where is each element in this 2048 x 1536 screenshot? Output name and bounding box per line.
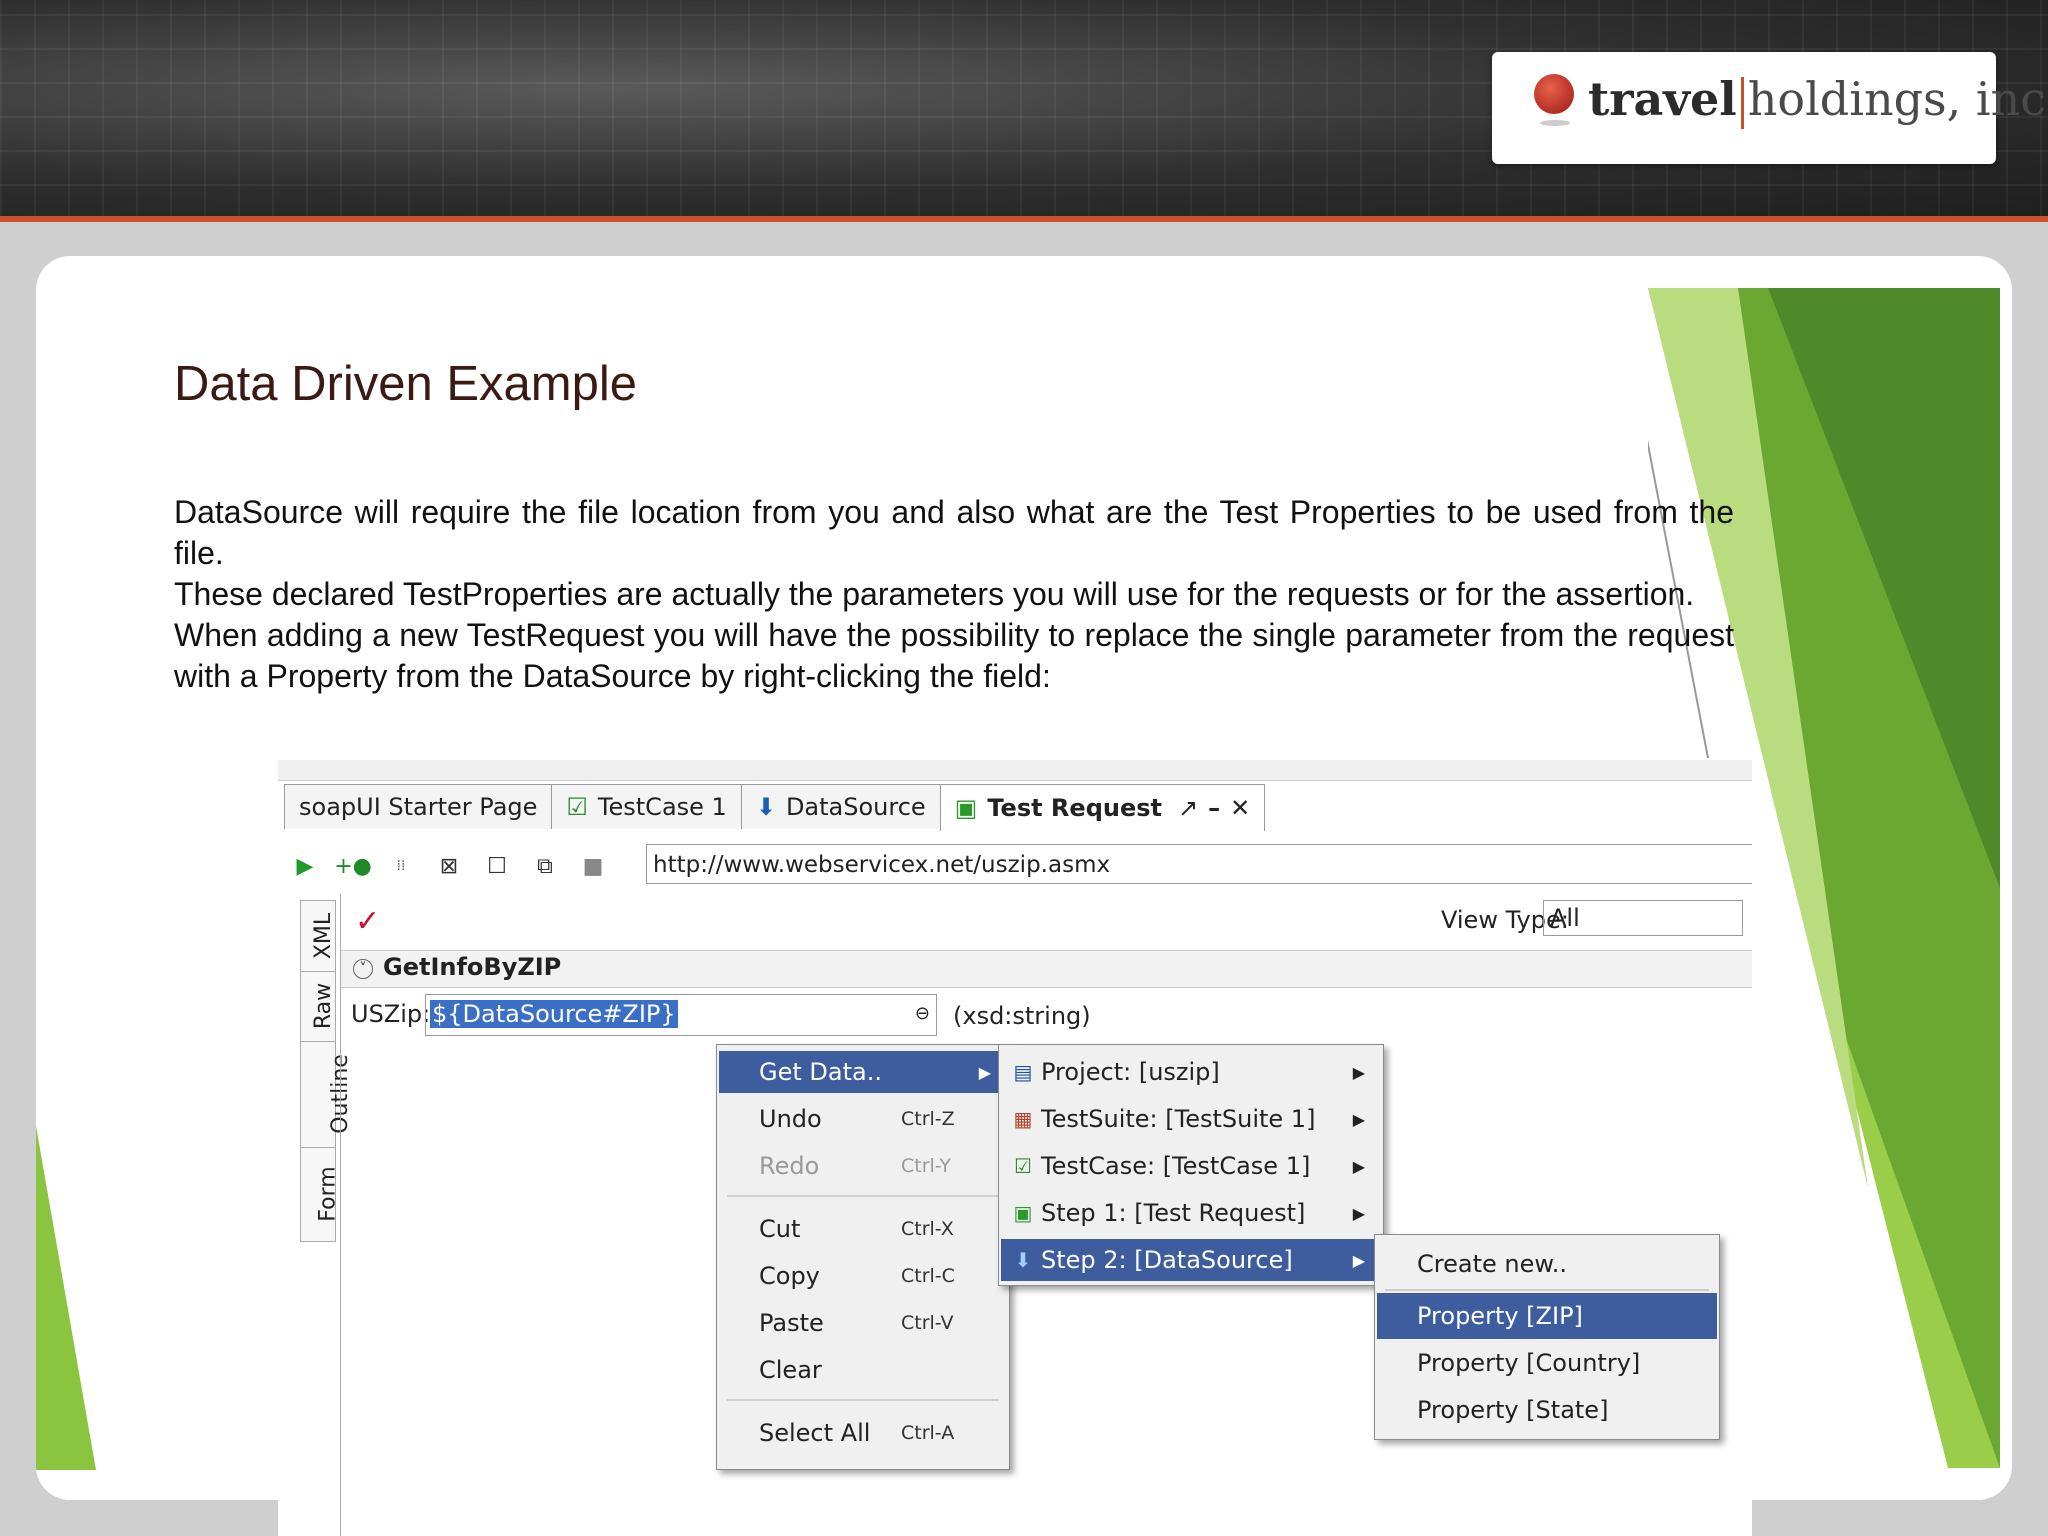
slide-body: DataSource will require the file locatio… [174,492,1734,697]
green-decoration-left [36,1126,96,1470]
soap-icon[interactable]: ⁞⁞ [386,851,416,881]
submenu-item-property-country[interactable]: Property [Country] [1377,1342,1717,1384]
add-assertion-icon[interactable]: +● [334,851,372,881]
tab-label: TestCase 1 [597,793,727,821]
square-icon[interactable]: ☐ [482,851,512,881]
submenu-item-testsuite[interactable]: ▦ TestSuite: [TestSuite 1] ▶ [1001,1098,1381,1140]
menu-item-undo[interactable]: Undo Ctrl-Z [719,1098,1007,1140]
slide-title: Data Driven Example [174,357,637,411]
operation-name: GetInfoByZIP [383,953,562,981]
view-type-select[interactable]: All [1543,900,1743,936]
menu-item-paste[interactable]: Paste Ctrl-V [719,1302,1007,1344]
request-toolbar: ▶ +● ⁞⁞ ⊠ ☐ ⧉ ■ [290,844,626,888]
soapui-screenshot: soapUI Starter Page ☑ TestCase 1 ⬇ DataSou… [278,760,1752,1536]
stop-icon[interactable]: ■ [578,851,608,881]
uszip-type: (xsd:string) [953,1002,1091,1030]
menu-item-clear[interactable]: Clear [719,1349,1007,1391]
side-tab-xml[interactable]: XML [301,901,336,972]
tab-test-request[interactable]: ▣ Test Request ↗ – ✕ [939,784,1266,831]
menu-separator [1385,1289,1709,1291]
uszip-label: USZip: [351,1000,431,1028]
field-options-icon[interactable]: ⊖ [915,1003,930,1024]
uszip-field-row: USZip: ${DataSource#ZIP} ⊖ (xsd:string) [341,992,1752,1042]
datasource-icon: ⬇ [1014,1248,1032,1272]
submenu-item-create-new[interactable]: Create new.. [1377,1243,1717,1285]
tab-datasource[interactable]: ⬇ DataSource [740,784,941,829]
menu-item-cut[interactable]: Cut Ctrl-X [719,1208,1007,1250]
fit-icon[interactable]: ⊠ [434,851,464,881]
get-data-submenu: ▤ Project: [uszip] ▶ ▦ TestSuite: [TestSuit… [998,1044,1384,1286]
side-tab-outline[interactable]: Outline [301,1041,353,1148]
logo-separator [1740,77,1744,129]
datasource-icon: ⬇ [755,793,776,821]
soap-icon: ▣ [954,794,978,822]
testcase-icon: ☑ [566,793,588,821]
company-logo: travel holdings, inc. [1492,52,2048,164]
datasource-submenu: Create new.. Property [ZIP] Property [Co… [1374,1234,1720,1440]
soap-step-icon: ▣ [1013,1201,1033,1225]
paragraph-2: These declared TestProperties are actual… [174,576,1695,612]
tab-testcase[interactable]: ☑ TestCase 1 [551,784,742,829]
menu-separator [727,1195,999,1197]
view-side-tabs: XML Raw Outline Form [300,900,353,1242]
logo-text: travel holdings, inc. [1588,72,2048,129]
menu-item-get-data[interactable]: Get Data.. ▶ [719,1051,1007,1093]
uszip-selected-value: ${DataSource#ZIP} [430,1000,678,1028]
endpoint-url-field[interactable]: http://www.webservicex.net/uszip.asmx [646,844,1752,884]
uszip-input[interactable]: ${DataSource#ZIP} ⊖ [425,994,937,1036]
side-tab-raw[interactable]: Raw [301,971,336,1042]
editor-tabs: soapUI Starter Page ☑ TestCase 1 ⬇ DataSou… [284,784,1266,831]
logo-bold-text: travel [1588,72,1737,126]
globe-icon [1534,74,1574,126]
tab-label: DataSource [785,793,926,821]
collapse-icon[interactable]: ˅ [353,959,373,979]
banner-accent-stripe [0,216,2048,222]
tab-starter-page[interactable]: soapUI Starter Page [284,784,553,829]
minimize-icon[interactable]: – [1208,794,1220,822]
operation-section: ˅ GetInfoByZIP [341,950,1752,988]
submenu-item-property-zip[interactable]: Property [ZIP] [1377,1293,1717,1339]
close-icon[interactable]: ✕ [1230,794,1250,822]
menu-item-copy[interactable]: Copy Ctrl-C [719,1255,1007,1297]
window-top-strip [278,760,1752,781]
testsuite-icon: ▦ [1013,1107,1033,1131]
submenu-arrow-icon: ▶ [978,1062,991,1082]
submenu-item-step-1[interactable]: ▣ Step 1: [Test Request] ▶ [1001,1192,1381,1234]
paragraph-3: When adding a new TestRequest you will h… [174,617,1734,694]
submenu-item-project[interactable]: ▤ Project: [uszip] ▶ [1001,1051,1381,1093]
paragraph-1: DataSource will require the file locatio… [174,494,1734,571]
run-icon[interactable]: ▶ [290,851,320,881]
project-icon: ▤ [1013,1060,1033,1084]
tab-label: Test Request [987,794,1162,822]
menu-separator [727,1399,999,1401]
valid-check-icon[interactable]: ✓ [355,904,380,939]
context-menu: Get Data.. ▶ Undo Ctrl-Z Redo Ctrl-Y Cut Ctr… [716,1044,1010,1470]
menu-item-redo: Redo Ctrl-Y [759,1152,952,1180]
copy-icon[interactable]: ⧉ [530,851,560,881]
logo-light-text: holdings, inc. [1747,72,2048,126]
submenu-item-property-state[interactable]: Property [State] [1377,1389,1717,1431]
tab-label: soapUI Starter Page [299,793,538,821]
menu-item-select-all[interactable]: Select All Ctrl-A [719,1412,1007,1454]
side-tab-form[interactable]: Form [301,1147,341,1241]
submenu-item-step-2[interactable]: ⬇ Step 2: [DataSource] ▶ [1001,1239,1381,1281]
submenu-item-testcase[interactable]: ☑ TestCase: [TestCase 1] ▶ [1001,1145,1381,1187]
pin-icon[interactable]: ↗ [1178,794,1198,822]
testcase-icon: ☑ [1014,1154,1032,1178]
